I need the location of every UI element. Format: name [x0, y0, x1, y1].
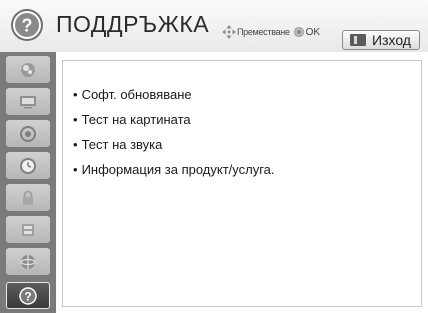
svg-text:?: ?	[24, 289, 31, 303]
help-icon: ?	[11, 9, 43, 41]
lock-icon	[23, 190, 33, 205]
exit-button[interactable]: Изход	[342, 30, 420, 50]
sidebar-item-lock[interactable]	[6, 184, 50, 211]
help-icon: ?	[19, 286, 37, 305]
sidebar-item-options[interactable]	[6, 216, 50, 243]
svg-text:?: ?	[22, 16, 33, 36]
menu-item-sound-test[interactable]: Тест на звука	[73, 135, 275, 160]
support-screen: ? ПОДДРЪЖКА Преместване OK Изход ? • Соф…	[0, 0, 428, 313]
options-icon	[22, 223, 34, 236]
sidebar-item-audio[interactable]	[6, 120, 50, 147]
sidebar-item-picture[interactable]	[6, 56, 50, 83]
menu-item-picture-test[interactable]: Тест на картината	[73, 110, 275, 135]
navigation-hint: Преместване OK	[222, 25, 320, 39]
settings-sidebar: ?	[0, 52, 56, 313]
exit-key-icon	[350, 34, 366, 46]
menu-item-software-update[interactable]: Софт. обновяване	[73, 85, 275, 110]
move-hint-label: Преместване	[237, 27, 290, 37]
menu-item-product-info[interactable]: Информация за продукт/услуга.	[73, 160, 275, 185]
sidebar-item-network[interactable]	[6, 248, 50, 275]
support-menu: Софт. обновяване Тест на картината Тест …	[73, 85, 275, 185]
sidebar-item-screen[interactable]	[6, 88, 50, 115]
screen-icon	[20, 95, 36, 108]
exit-button-label: Изход	[372, 32, 411, 48]
header-bar: ? ПОДДРЪЖКА Преместване OK Изход	[0, 0, 428, 52]
network-icon	[20, 254, 36, 269]
clock-icon	[20, 157, 36, 174]
move-arrows-icon	[222, 25, 236, 39]
page-title: ПОДДРЪЖКА	[56, 11, 210, 37]
ok-button-icon	[293, 27, 304, 37]
sidebar-item-support[interactable]: ?	[6, 282, 50, 309]
sidebar-item-time[interactable]	[6, 152, 50, 179]
audio-icon	[20, 125, 36, 142]
support-menu-panel: Софт. обновяване Тест на картината Тест …	[62, 60, 422, 307]
ok-hint-label: OK	[305, 26, 321, 38]
picture-icon	[21, 62, 35, 77]
